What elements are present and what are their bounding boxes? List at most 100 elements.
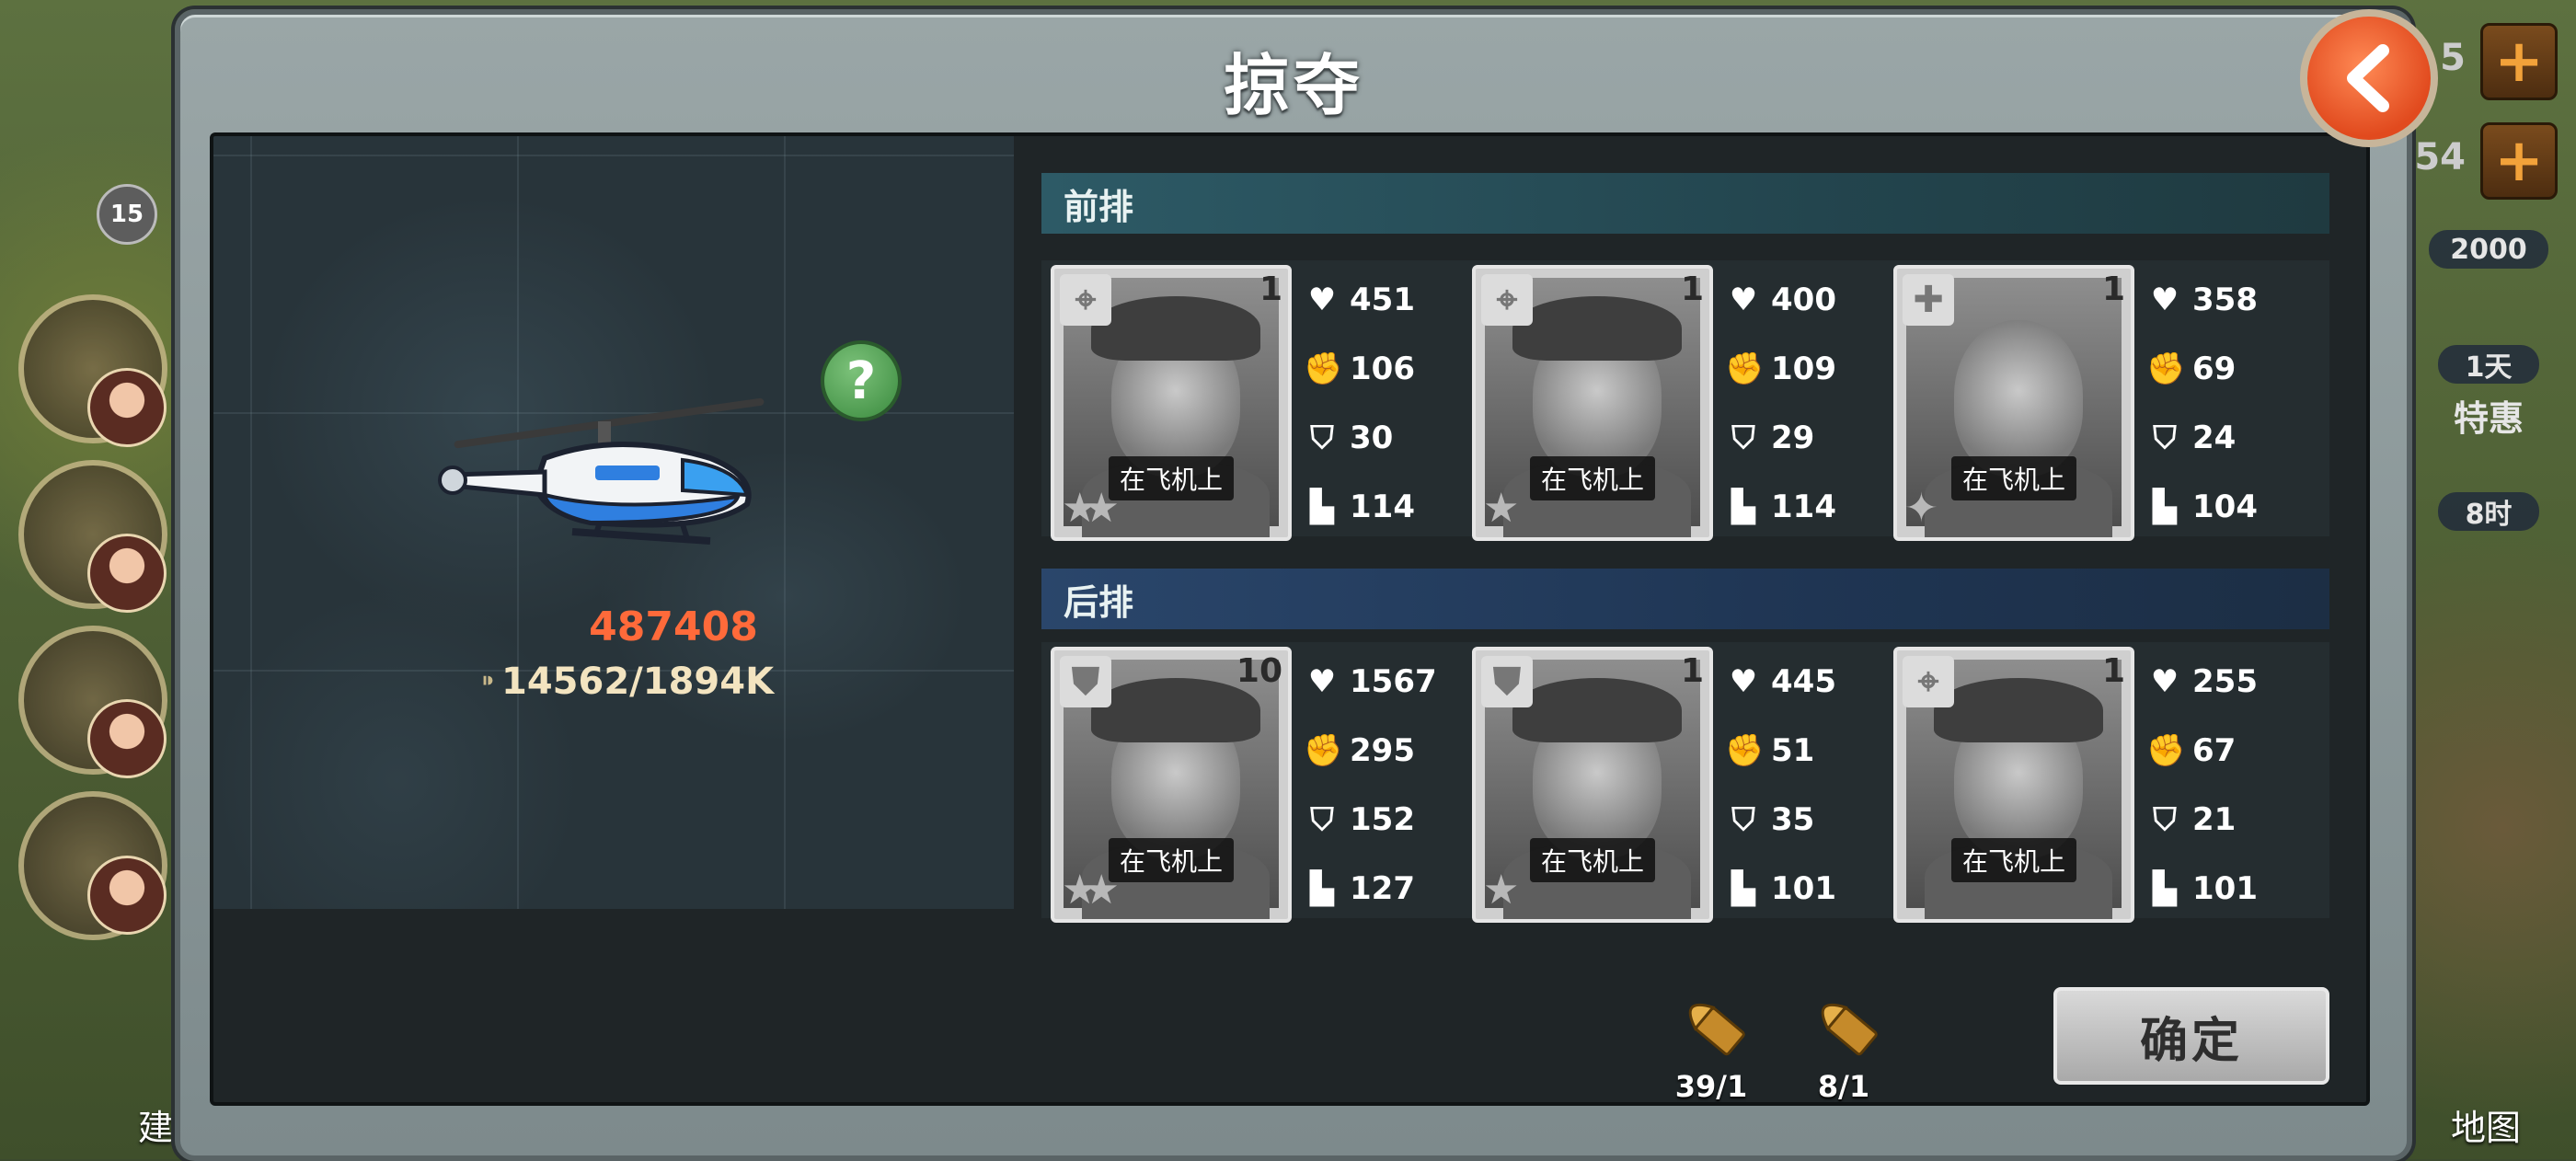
- timer-label: 8时: [2438, 492, 2539, 531]
- hero-spd: 101: [1771, 869, 1836, 907]
- hero-atk: 295: [1350, 731, 1415, 769]
- map-label[interactable]: 地图: [2451, 1099, 2521, 1150]
- hero-portrait[interactable]: ⌖ 1 在飞机上: [1893, 647, 2134, 923]
- hero-spd: 127: [1350, 869, 1415, 907]
- ammo-count: 39/1: [1674, 1069, 1748, 1104]
- resource-value: 5: [2440, 37, 2466, 79]
- hero-card[interactable]: ⛊ 1 在飞机上 ★ ♥ 445 ✊ 51 ⛉ 35 ▙ 101: [1472, 647, 1891, 923]
- hero-card[interactable]: ⌖ 1 在飞机上 ★★ ♥ 451 ✊ 106 ⛉ 30 ▙ 114: [1051, 265, 1469, 541]
- shield-icon: ⛉: [2153, 800, 2177, 838]
- avatar: [87, 856, 167, 935]
- ammo-item[interactable]: 8/1: [1788, 983, 1899, 1104]
- hero-def: 21: [2192, 800, 2237, 838]
- vehicle-capacity: ⁍ 14562/1894K: [480, 661, 774, 703]
- hero-stats: ♥ 445 ✊ 51 ⛉ 35 ▙ 101: [1725, 647, 1891, 923]
- confirm-button[interactable]: 确定: [2053, 987, 2329, 1085]
- hero-portrait[interactable]: ⛊ 10 在飞机上 ★★: [1051, 647, 1292, 923]
- hero-def: 35: [1771, 800, 1815, 838]
- hero-level: 1: [1680, 270, 1704, 308]
- hero-spd: 104: [2192, 488, 2258, 525]
- hero-level: 1: [1680, 652, 1704, 690]
- shield-icon: ⛉: [1310, 800, 1334, 838]
- level-badge: 15: [97, 184, 157, 245]
- hero-card[interactable]: ✚ 1 在飞机上 ✦ ♥ 358 ✊ 69 ⛉ 24 ▙ 104: [1893, 265, 2312, 541]
- hero-hp: 358: [2192, 281, 2258, 318]
- hero-hp: 451: [1350, 281, 1415, 318]
- hero-atk: 106: [1350, 350, 1415, 387]
- hero-def: 152: [1350, 800, 1415, 838]
- heart-icon: ♥: [2150, 662, 2179, 700]
- ammo-count: 8/1: [1817, 1069, 1870, 1104]
- fist-icon: ✊: [1725, 731, 1765, 769]
- hero-atk: 51: [1771, 731, 1815, 769]
- star-icon: ★: [1483, 867, 1520, 914]
- hero-stats: ♥ 255 ✊ 67 ⛉ 21 ▙ 101: [2146, 647, 2312, 923]
- shield-icon: ⛉: [1310, 419, 1334, 456]
- avatar: [87, 534, 167, 613]
- hero-def: 29: [1771, 419, 1815, 456]
- medic-cross-icon: ✚: [1903, 274, 1954, 326]
- resource-value: 54: [2414, 136, 2466, 178]
- hero-portrait[interactable]: ⌖ 1 在飞机上 ★★: [1051, 265, 1292, 541]
- star-icon: ★★: [1062, 485, 1120, 532]
- hero-hp: 400: [1771, 281, 1836, 318]
- shield-icon: ⛉: [2153, 419, 2177, 456]
- hero-hp: 1567: [1350, 662, 1437, 700]
- right-hud: 5 + 54 + 2000 1天 特惠 8时 地图: [2392, 0, 2576, 1159]
- fist-icon: ✊: [1304, 350, 1343, 387]
- left-hud: 15 建: [0, 0, 184, 1159]
- hero-atk: 69: [2192, 350, 2237, 387]
- add-resource-button[interactable]: +: [2480, 122, 2558, 200]
- hero-card[interactable]: ⌖ 1 在飞机上 ♥ 255 ✊ 67 ⛉ 21 ▙ 101: [1893, 647, 2312, 923]
- hero-card[interactable]: ⌖ 1 在飞机上 ★ ♥ 400 ✊ 109 ⛉ 29 ▙ 114: [1472, 265, 1891, 541]
- hero-portrait[interactable]: ⌖ 1 在飞机上 ★: [1472, 265, 1713, 541]
- shield-role-icon: ⛊: [1481, 656, 1533, 707]
- hero-card[interactable]: ⛊ 10 在飞机上 ★★ ♥ 1567 ✊ 295 ⛉ 152 ▙ 127: [1051, 647, 1469, 923]
- ammo-item[interactable]: 39/1: [1656, 983, 1766, 1104]
- hero-level: 10: [1236, 652, 1282, 690]
- hero-atk: 67: [2192, 731, 2237, 769]
- star-icon: ★: [1483, 485, 1520, 532]
- hero-stats: ♥ 451 ✊ 106 ⛉ 30 ▙ 114: [1304, 265, 1469, 541]
- hero-portrait[interactable]: ⛊ 1 在飞机上 ★: [1472, 647, 1713, 923]
- front-row-label: 前排: [1064, 186, 1134, 227]
- avatar: [87, 368, 167, 447]
- boot-icon: ▙: [1731, 488, 1756, 525]
- vehicle-power: 487408: [589, 603, 758, 650]
- heart-icon: ♥: [1729, 281, 1758, 318]
- back-row-header: 后排: [1041, 569, 2329, 629]
- crosshair-icon: ⌖: [1903, 656, 1954, 707]
- hero-status: 在飞机上: [1529, 838, 1656, 882]
- chevron-left-icon: [2347, 44, 2389, 112]
- hero-atk: 109: [1771, 350, 1836, 387]
- front-row-header: 前排: [1041, 173, 2329, 234]
- boot-icon: ▙: [1309, 869, 1335, 907]
- crosshair-icon: ⌖: [1481, 274, 1533, 326]
- hero-hp: 445: [1771, 662, 1836, 700]
- ammo-icon: ⁍: [480, 663, 496, 700]
- heart-icon: ♥: [1307, 281, 1337, 318]
- fist-icon: ✊: [1725, 350, 1765, 387]
- helicopter-icon[interactable]: [434, 394, 784, 578]
- vehicle-map-area: ? 487408 ⁍ 14562/1894K: [213, 136, 1014, 909]
- hero-portrait[interactable]: ✚ 1 在飞机上 ✦: [1893, 265, 2134, 541]
- hero-status: 在飞机上: [1108, 456, 1235, 500]
- boot-icon: ▙: [2152, 869, 2178, 907]
- add-resource-button[interactable]: +: [2480, 23, 2558, 100]
- hero-stats: ♥ 1567 ✊ 295 ⛉ 152 ▙ 127: [1304, 647, 1469, 923]
- hero-level: 1: [2101, 652, 2125, 690]
- hero-level: 1: [2101, 270, 2125, 308]
- capacity-value: 14562/1894K: [501, 661, 775, 703]
- hero-spd: 101: [2192, 869, 2258, 907]
- hero-spd: 114: [1771, 488, 1836, 525]
- dialog-body: ? 487408 ⁍ 14562/1894K 前排 后排 ⌖ 1 在飞机上 ★★…: [210, 132, 2370, 1106]
- offer-label[interactable]: 特惠: [2429, 396, 2548, 439]
- fist-icon: ✊: [1304, 731, 1343, 769]
- avatar: [87, 699, 167, 778]
- help-icon[interactable]: ?: [821, 340, 902, 421]
- heart-icon: ♥: [2150, 281, 2179, 318]
- back-button[interactable]: [2300, 9, 2438, 147]
- build-label[interactable]: 建: [138, 1099, 173, 1150]
- timer-label: 1天: [2438, 345, 2539, 384]
- bullet-icon: [1821, 1003, 1878, 1056]
